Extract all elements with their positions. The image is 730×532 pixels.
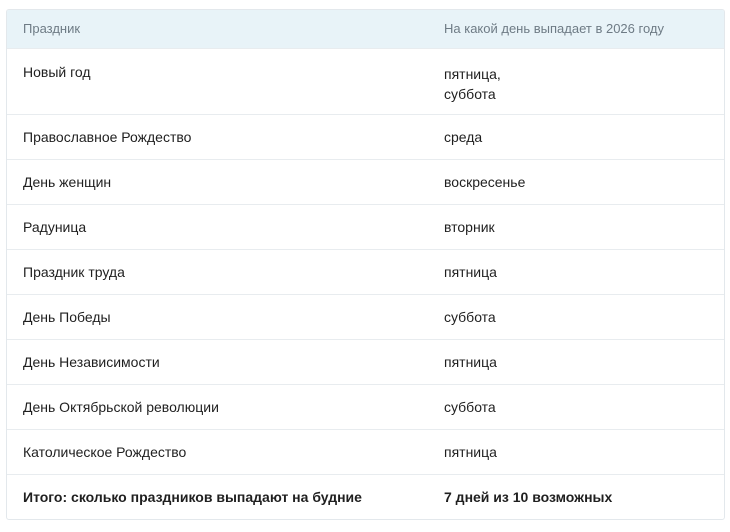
day-cell: пятница [428,428,724,474]
day-cell: пятница [428,248,724,294]
holiday-cell: Радуница [7,203,428,249]
table-body: Новый год пятница, суббота Православное … [7,47,724,519]
holiday-cell: День Октябрьской революции [7,383,428,429]
header-holiday: Праздник [23,21,81,37]
table-row: День Октябрьской революции суббота [7,383,724,429]
day-cell: воскресенье [428,158,724,204]
header-row: Праздник На какой день выпадает в 2026 г… [7,10,724,48]
table-row: День женщин воскресенье [7,158,724,204]
table-row: Праздник труда пятница [7,248,724,294]
holiday-cell: День Победы [7,293,428,339]
day-cell: вторник [428,203,724,249]
holiday-cell: День Независимости [7,338,428,384]
table-row: Католическое Рождество пятница [7,428,724,474]
day-cell: суббота [428,383,724,429]
day-cell: среда [428,113,724,159]
table-row: Православное Рождество среда [7,113,724,159]
table-row: День Победы суббота [7,293,724,339]
holiday-cell: День женщин [7,158,428,204]
total-row: Итого: сколько праздников выпадают на бу… [7,473,724,519]
holidays-table-grid: Праздник На какой день выпадает в 2026 г… [7,10,724,519]
table-row: Радуница вторник [7,203,724,249]
total-value: 7 дней из 10 возможных [428,473,724,519]
header-day: На какой день выпадает в 2026 году [444,21,664,37]
table-row: Новый год пятница, суббота [7,47,724,114]
day-value: пятница, [444,65,501,82]
holiday-cell: Православное Рождество [7,113,428,159]
day-cell: пятница [428,338,724,384]
holiday-cell: Католическое Рождество [7,428,428,474]
holiday-cell: Праздник труда [7,248,428,294]
table-row: День Независимости пятница [7,338,724,384]
table-header: Праздник На какой день выпадает в 2026 г… [7,10,724,48]
holiday-cell: Новый год [7,47,428,114]
day-cell: пятница, суббота [428,47,724,114]
total-label: Итого: сколько праздников выпадают на бу… [7,473,428,519]
holidays-table: Праздник На какой день выпадает в 2026 г… [6,9,725,520]
day-value: суббота [444,85,496,102]
day-cell: суббота [428,293,724,339]
